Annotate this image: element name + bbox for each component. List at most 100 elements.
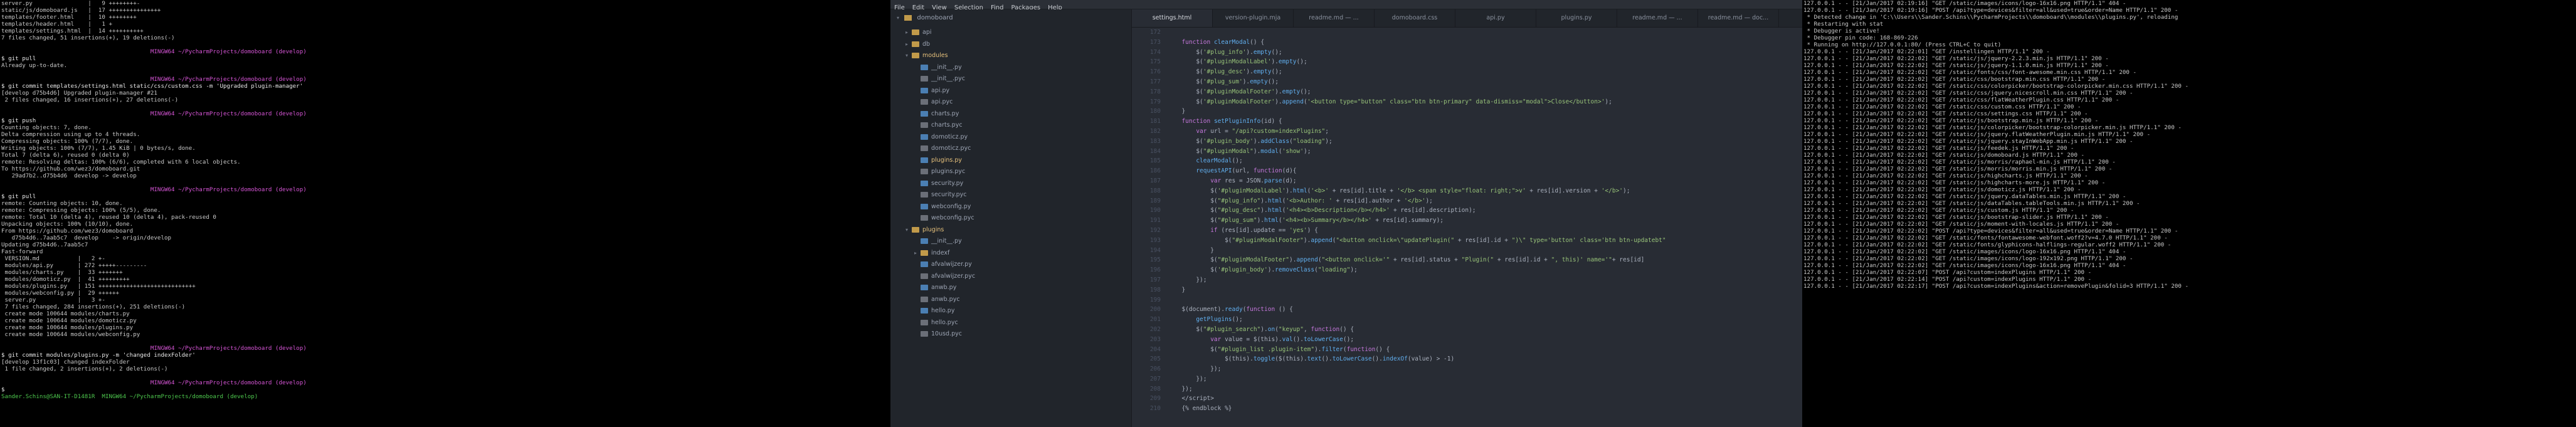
tree-folder[interactable]: ▸ api	[890, 27, 1131, 39]
terminal-line: $ git push	[1, 117, 36, 124]
chevron-down-icon: ▾	[905, 53, 909, 58]
tree-file[interactable]: api.pyc	[890, 97, 1131, 108]
tree-file[interactable]: domoticz.py	[890, 132, 1131, 144]
tree-file[interactable]: webconfig.py	[890, 201, 1131, 213]
code-line: $("#plug_desc").html('<h4><b>Description…	[1175, 207, 1476, 214]
editor-tab[interactable]: readme.md — ...	[1617, 9, 1698, 27]
terminal-line: MINGW64 ~/PycharmProjects/domoboard (dev…	[1, 76, 307, 83]
line-number: 199	[1149, 296, 1161, 303]
terminal-line: d75b4d6..7aab5c7 develop -> origin/devel…	[1, 235, 172, 241]
tree-file[interactable]: anwb.py	[890, 282, 1131, 294]
server-log-terminal[interactable]: 127.0.0.1 - - [21/Jan/2017 02:19:16] "GE…	[1802, 0, 2576, 427]
editor-tab[interactable]: settings.html	[1132, 9, 1213, 27]
project-tree-view[interactable]: ▾ domoboard ▸ api ▸ db ▾ modules __init__.py __…	[890, 9, 1132, 427]
file-icon	[921, 157, 928, 163]
tree-file[interactable]: security.py	[890, 178, 1131, 190]
file-icon	[921, 192, 928, 198]
terminal-line: From https://github.com/wez3/domoboard	[1, 228, 134, 235]
editor-tab[interactable]: api.py	[1455, 9, 1536, 27]
tree-folder[interactable]: ▾ modules	[890, 50, 1131, 62]
log-line: 127.0.0.1 - - [21/Jan/2017 02:22:02] "GE…	[1803, 55, 2109, 62]
code-line: });	[1175, 375, 1207, 382]
tree-file[interactable]: afvalwijzer.py	[890, 259, 1131, 271]
tree-file[interactable]: charts.py	[890, 108, 1131, 120]
tree-root-folder[interactable]: ▾ domoboard	[890, 9, 1131, 27]
tree-file[interactable]: anwb.pyc	[890, 294, 1131, 306]
code-line: $(this).toggle($(this).text().toLowerCas…	[1175, 356, 1455, 363]
log-line: 127.0.0.1 - - [21/Jan/2017 02:22:02] "GE…	[1803, 76, 2106, 83]
file-icon	[921, 134, 928, 140]
code-line: function clearModal() {	[1181, 38, 1265, 46]
code-editor-text[interactable]: function clearModal() { $('#plug_info').…	[1167, 28, 1802, 427]
tree-item-label: afvalwijzer.py	[931, 261, 972, 268]
tree-file[interactable]: api.py	[890, 85, 1131, 97]
chevron-down-icon: ▾	[905, 226, 909, 233]
log-line: 127.0.0.1 - - [21/Jan/2017 02:22:02] "GE…	[1803, 172, 2088, 179]
tree-file[interactable]: hello.pyc	[890, 317, 1131, 329]
tree-folder[interactable]: ▸ db	[890, 39, 1131, 51]
line-number: 184	[1149, 147, 1161, 155]
tree-item-label: db	[922, 40, 931, 48]
tree-file[interactable]: charts.pyc	[890, 120, 1131, 132]
line-number: 208	[1149, 385, 1161, 393]
editor-tab[interactable]: domoboard.css	[1375, 9, 1455, 27]
log-line: 127.0.0.1 - - [21/Jan/2017 02:22:02] "GE…	[1803, 145, 2074, 152]
log-line: 127.0.0.1 - - [21/Jan/2017 02:22:02] "GE…	[1803, 241, 2172, 248]
editor-tab[interactable]: version-plugin.mja	[1213, 9, 1294, 27]
line-number: 180	[1149, 108, 1161, 115]
tree-folder[interactable]: ▸ indexf	[890, 248, 1131, 260]
tree-file[interactable]: domoticz.pyc	[890, 143, 1131, 155]
code-line: $("#plugin_search").on("keyup", function…	[1175, 325, 1354, 333]
terminal-line: [develop d75b4d6] Upgraded plugin-manage…	[1, 90, 157, 97]
tree-file[interactable]: __init__.py	[890, 62, 1131, 74]
line-number: 207	[1149, 375, 1161, 382]
tree-item-label: charts.pyc	[931, 122, 963, 129]
tree-file[interactable]: plugins.py	[890, 155, 1131, 167]
git-bash-terminal[interactable]: server.py | 9 ++++++++- static/js/domoboa…	[0, 0, 890, 427]
line-number: 193	[1149, 236, 1161, 244]
line-number: 177	[1149, 78, 1161, 85]
terminal-line: $ git pull	[1, 193, 36, 200]
log-line: 127.0.0.1 - - [21/Jan/2017 02:22:02] "GE…	[1803, 124, 2182, 131]
log-line: 127.0.0.1 - - [21/Jan/2017 02:22:02] "GE…	[1803, 62, 2109, 69]
log-line: 127.0.0.1 - - [21/Jan/2017 02:22:02] "GE…	[1803, 193, 2126, 200]
tree-item-label: __init__.pyc	[931, 75, 965, 82]
terminal-line: MINGW64 ~/PycharmProjects/domoboard (dev…	[1, 110, 307, 117]
terminal-line: $	[1, 386, 5, 393]
editor-tab[interactable]: readme.md — ...	[1294, 9, 1375, 27]
terminal-line: create mode 100644 modules/plugins.py	[1, 324, 134, 331]
tree-file[interactable]: __init__.pyc	[890, 73, 1131, 85]
code-line: </script>	[1175, 395, 1214, 403]
code-line: {% endblock %}	[1175, 405, 1232, 413]
editor-tab[interactable]: readme.md — doc...	[1698, 9, 1779, 27]
tree-file[interactable]: plugins.pyc	[890, 166, 1131, 178]
terminal-line: templates/footer.html | 10 ++++++++	[1, 14, 137, 21]
log-line: 127.0.0.1 - - [21/Jan/2017 02:22:02] "GE…	[1803, 214, 2109, 221]
tree-file[interactable]: __init__.py	[890, 236, 1131, 248]
code-line: if (res[id].update == 'yes') {	[1210, 226, 1318, 234]
tree-file[interactable]: webconfig.pyc	[890, 213, 1131, 224]
editor-tab[interactable]: plugins.py	[1536, 9, 1617, 27]
terminal-line: MINGW64 ~/PycharmProjects/domoboard (dev…	[1, 379, 307, 386]
project-root-label: domoboard	[917, 14, 953, 21]
tree-item-label: hello.pyc	[931, 319, 958, 326]
tree-file[interactable]: hello.py	[890, 305, 1131, 317]
log-line: 127.0.0.1 - - [21/Jan/2017 02:22:02] "GE…	[1803, 69, 2137, 76]
code-line: $('#pluginModalLabel').html('<b>' + res[…	[1175, 187, 1630, 194]
line-number: 189	[1149, 197, 1161, 204]
log-line: 127.0.0.1 - - [21/Jan/2017 02:22:02] "GE…	[1803, 110, 2088, 117]
code-line: $(document).ready(function () {	[1175, 306, 1293, 314]
code-line: $('#pluginModalFooter').empty();	[1175, 88, 1311, 95]
chevron-right-icon: ▸	[905, 29, 909, 35]
log-line: 127.0.0.1 - - [21/Jan/2017 02:22:02] "GE…	[1803, 90, 2133, 97]
tree-file[interactable]: 10usd.pyc	[890, 329, 1131, 340]
tree-item-label: api.pyc	[931, 98, 953, 105]
tree-folder[interactable]: ▾ plugins	[890, 224, 1131, 236]
code-line: }	[1175, 246, 1214, 254]
log-line: 127.0.0.1 - - [21/Jan/2017 02:22:02] "GE…	[1803, 248, 2126, 255]
terminal-line: Sander.Schins@SAN-IT-D1481R MINGW64 ~/Py…	[1, 393, 258, 400]
tree-file[interactable]: afvalwijzer.pyc	[890, 271, 1131, 283]
tree-file[interactable]: security.pyc	[890, 189, 1131, 201]
